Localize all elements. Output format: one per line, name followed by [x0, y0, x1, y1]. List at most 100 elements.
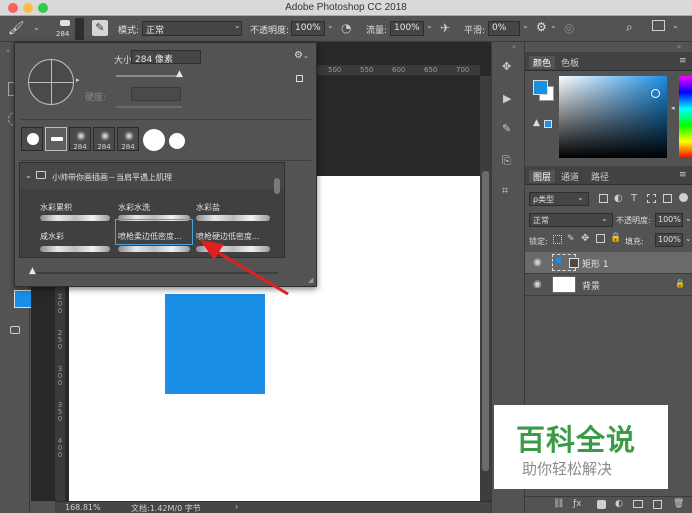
new-preset-icon[interactable]: [296, 75, 303, 82]
mode-select[interactable]: 正常: [142, 21, 242, 36]
filter-type-icon[interactable]: T: [631, 193, 637, 204]
fill-field[interactable]: 100%: [655, 233, 683, 247]
brush-tool-icon[interactable]: 🖌: [8, 21, 25, 36]
panel-resize-icon[interactable]: ◢: [308, 276, 313, 284]
recent-tip-spray[interactable]: 284: [117, 127, 139, 151]
filter-adjustment-icon[interactable]: ◐: [614, 193, 623, 204]
search-icon[interactable]: ⌕: [626, 20, 633, 35]
layer-name[interactable]: 矩形 1: [582, 257, 609, 270]
brush-name[interactable]: 水彩盐: [196, 202, 220, 213]
brush-name[interactable]: 喷枪柔边低密度...: [118, 231, 182, 242]
opacity-chevron-down-icon[interactable]: ⌄: [327, 21, 334, 30]
recent-tip-spray[interactable]: 284: [93, 127, 115, 151]
lock-transparent-icon[interactable]: [553, 235, 562, 244]
expand-panels-icon[interactable]: «: [512, 43, 516, 51]
trash-icon[interactable]: 🗑: [673, 499, 684, 509]
filter-pixel-icon[interactable]: [599, 194, 608, 203]
recent-tip-large-round[interactable]: [143, 129, 165, 151]
folder-chevron-down-icon[interactable]: ⌄: [25, 171, 32, 180]
pressure-size-icon[interactable]: ◎: [564, 21, 574, 35]
panel-gear-chevron-icon[interactable]: ⌄: [303, 52, 309, 60]
tab-channels[interactable]: 通道: [561, 170, 579, 183]
brush-preset-picker[interactable]: 284: [56, 18, 74, 40]
brush-angle-preview[interactable]: [28, 59, 74, 105]
flow-field[interactable]: 100%: [390, 21, 424, 36]
recent-tip-spray[interactable]: 284: [69, 127, 91, 151]
angle-handle-icon[interactable]: ▸: [76, 76, 80, 84]
filter-chevron-down-icon[interactable]: ⌄: [577, 193, 584, 202]
opacity-field[interactable]: 100%: [291, 21, 325, 36]
filter-smart-icon[interactable]: [663, 194, 672, 203]
scrollbar-thumb[interactable]: [482, 171, 489, 471]
visibility-eye-icon[interactable]: ◉: [533, 279, 542, 290]
hue-slider-handle[interactable]: ◂: [671, 104, 675, 112]
brush-list-scrollbar[interactable]: [274, 178, 280, 194]
puzzle-icon[interactable]: ✥: [502, 60, 511, 73]
clone-source-icon[interactable]: ⎘: [502, 154, 511, 168]
layer-style-icon[interactable]: ƒx: [573, 499, 582, 509]
hue-slider[interactable]: [679, 76, 692, 158]
recent-tip-medium-round[interactable]: [169, 133, 185, 149]
tab-paths[interactable]: 路径: [591, 170, 609, 183]
smoothing-field[interactable]: 0%: [488, 21, 520, 36]
brush-folder-row[interactable]: ⌄ 小帅带你画插画－当肩平遇上肌理: [20, 163, 284, 189]
new-layer-icon[interactable]: [653, 500, 662, 509]
group-folder-icon[interactable]: [633, 500, 643, 508]
warning-icon[interactable]: ▲: [533, 118, 540, 128]
link-layers-icon[interactable]: ⛓: [553, 499, 564, 509]
size-input[interactable]: 284 像素: [131, 50, 201, 65]
add-mask-icon[interactable]: [597, 500, 606, 509]
collapse-right-icon[interactable]: »: [677, 43, 681, 51]
crop-icon[interactable]: ⌗: [502, 184, 508, 198]
foreground-color-swatch[interactable]: [14, 290, 32, 308]
brush-name[interactable]: 水彩水洗: [118, 202, 150, 213]
layer-name[interactable]: 背景: [582, 279, 600, 292]
layer-opacity-chevron-icon[interactable]: ⌄: [685, 214, 692, 223]
zoom-level[interactable]: 168.81%: [65, 503, 101, 512]
panel-gear-icon[interactable]: ⚙: [294, 50, 303, 61]
size-slider-track[interactable]: [116, 75, 182, 77]
layer-opacity-field[interactable]: 100%: [655, 213, 683, 227]
brush-name[interactable]: 水彩累积: [40, 202, 72, 213]
color-picker-handle[interactable]: [651, 89, 660, 98]
gear-chevron-down-icon[interactable]: ⌄: [550, 21, 557, 30]
panel-menu-icon[interactable]: ≡: [679, 56, 687, 66]
workspace-chevron-down-icon[interactable]: ⌄: [672, 21, 679, 30]
adjustment-layer-icon[interactable]: ◐: [615, 499, 623, 509]
hardness-input[interactable]: [131, 87, 181, 101]
workspace-icon[interactable]: [652, 20, 665, 31]
pressure-opacity-icon[interactable]: ◔: [341, 21, 351, 35]
tab-color[interactable]: 颜色: [529, 56, 556, 69]
layers-menu-icon[interactable]: ≡: [679, 170, 687, 180]
visibility-eye-icon[interactable]: ◉: [533, 257, 542, 268]
size-slider-handle[interactable]: ▲: [176, 69, 183, 79]
gear-icon[interactable]: ⚙: [536, 20, 547, 34]
fg-color-swatch[interactable]: [533, 80, 548, 95]
flow-chevron-down-icon[interactable]: ⌄: [426, 21, 433, 30]
brush-settings-icon[interactable]: ✎: [502, 122, 511, 135]
lock-position-icon[interactable]: ✥: [581, 233, 589, 244]
layer-row-rectangle[interactable]: ◉ 矩形 1: [525, 252, 692, 274]
hardness-slider-track[interactable]: [116, 106, 182, 108]
layer-row-background[interactable]: ◉ 背景 🔒: [525, 274, 692, 296]
websafe-color-icon[interactable]: [544, 120, 552, 128]
collapse-panel-icon[interactable]: »: [6, 47, 10, 55]
brush-name[interactable]: 咸水彩: [40, 231, 64, 242]
preview-size-slider-handle[interactable]: ▲: [29, 266, 36, 276]
tab-layers[interactable]: 图层: [529, 170, 556, 183]
airbrush-icon[interactable]: ✈: [440, 21, 450, 35]
fill-chevron-icon[interactable]: ⌄: [685, 234, 692, 243]
lock-all-icon[interactable]: 🔒: [610, 233, 621, 243]
vertical-scrollbar[interactable]: [480, 76, 491, 501]
lock-pixels-icon[interactable]: ✎: [567, 234, 575, 244]
brush-settings-panel-icon[interactable]: ✎: [92, 20, 108, 36]
play-icon[interactable]: ▶: [503, 92, 511, 105]
tab-swatches[interactable]: 色板: [561, 56, 579, 69]
blue-rectangle-shape[interactable]: [165, 294, 265, 394]
tool-preset-dropdown-icon[interactable]: ⌄: [33, 23, 40, 32]
smoothing-chevron-down-icon[interactable]: ⌄: [522, 21, 529, 30]
color-field[interactable]: [559, 76, 667, 158]
quick-mask-icon[interactable]: [10, 326, 20, 334]
lock-artboard-icon[interactable]: [596, 234, 605, 243]
blend-chevron-down-icon[interactable]: ⌄: [601, 214, 608, 223]
